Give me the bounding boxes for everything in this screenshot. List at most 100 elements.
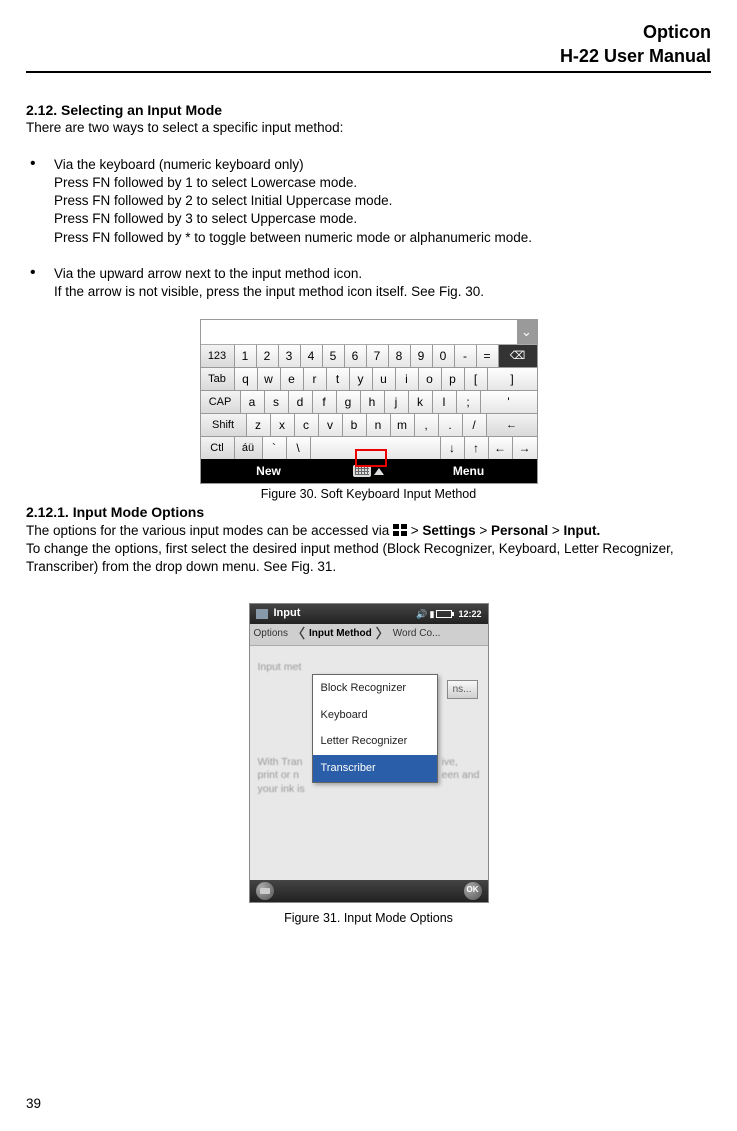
p1-gt2: > xyxy=(552,523,564,538)
key-x: x xyxy=(271,414,295,436)
key-up: ↑ xyxy=(465,437,489,459)
header-line-2: H-22 User Manual xyxy=(26,44,711,68)
key-d: d xyxy=(289,391,313,413)
windows-start-icon xyxy=(393,524,407,536)
figure-31-caption: Figure 31. Input Mode Options xyxy=(26,910,711,927)
bullet1-l5: Press FN followed by * to toggle between… xyxy=(54,229,711,247)
key-4: 4 xyxy=(301,345,323,367)
key-3: 3 xyxy=(279,345,301,367)
page-number: 39 xyxy=(26,1095,41,1113)
doc-header: Opticon H-22 User Manual xyxy=(26,20,711,73)
key-quote: ' xyxy=(481,391,537,413)
sip-keyboard-icon xyxy=(256,882,274,900)
section-intro: There are two ways to select a specific … xyxy=(26,119,711,137)
key-n: n xyxy=(367,414,391,436)
key-o: o xyxy=(419,368,442,390)
key-p: p xyxy=(442,368,465,390)
fig31-tabbar: Options 〈 Input Method 〉 Word Co... xyxy=(250,624,488,646)
key-w: w xyxy=(258,368,281,390)
key-semicolon: ; xyxy=(457,391,481,413)
key-r: r xyxy=(304,368,327,390)
status-icons: 🔊 ▮ xyxy=(416,608,452,620)
key-7: 7 xyxy=(367,345,389,367)
figure-30-caption: Figure 30. Soft Keyboard Input Method xyxy=(26,486,711,503)
key-backslash: \ xyxy=(287,437,311,459)
key-j: j xyxy=(385,391,409,413)
key-m: m xyxy=(391,414,415,436)
key-period: . xyxy=(439,414,463,436)
section-title: 2.12. Selecting an Input Mode xyxy=(26,101,711,120)
chevron-right-icon: 〉 xyxy=(376,625,389,643)
chevron-left-icon: 〈 xyxy=(292,625,305,643)
key-c: c xyxy=(295,414,319,436)
bullet1-l1: Via the keyboard (numeric keyboard only) xyxy=(54,156,711,174)
key-i: i xyxy=(396,368,419,390)
key-5: 5 xyxy=(323,345,345,367)
fig31-titlebar: Input 🔊 ▮ 12:22 xyxy=(250,604,488,624)
fig30-keyboard: 123 1 2 3 4 5 6 7 8 9 0 - = ⌫ Tab q w e … xyxy=(201,344,537,459)
key-9: 9 xyxy=(411,345,433,367)
key-minus: - xyxy=(455,345,477,367)
p1-personal: Personal xyxy=(491,523,548,538)
bullet-1: • Via the keyboard (numeric keyboard onl… xyxy=(26,156,711,247)
key-y: y xyxy=(350,368,373,390)
p1b: > xyxy=(411,523,423,538)
fig30-top-band: ⌄ xyxy=(201,320,537,344)
key-q: q xyxy=(235,368,258,390)
key-t: t xyxy=(327,368,350,390)
background-text-right: ive, een and xyxy=(442,756,480,783)
bullet-2: • Via the upward arrow next to the input… xyxy=(26,265,711,301)
fig31-bottom-bar: OK xyxy=(250,880,488,902)
key-s: s xyxy=(265,391,289,413)
key-8: 8 xyxy=(389,345,411,367)
softkey-new: New xyxy=(201,463,337,479)
scroll-down-icon: ⌄ xyxy=(517,320,537,344)
key-comma: , xyxy=(415,414,439,436)
highlight-box xyxy=(355,449,387,467)
key-1: 1 xyxy=(235,345,257,367)
bg-l2: print or n xyxy=(258,769,348,783)
key-right: → xyxy=(513,437,537,459)
key-shift: Shift xyxy=(201,414,247,436)
bullet-2-content: Via the upward arrow next to the input m… xyxy=(54,265,711,301)
key-down: ↓ xyxy=(441,437,465,459)
dropdown-keyboard: Keyboard xyxy=(313,702,437,729)
figure-30-wrap: ⌄ 123 1 2 3 4 5 6 7 8 9 0 - = ⌫ Tab q xyxy=(26,319,711,503)
key-l: l xyxy=(433,391,457,413)
key-6: 6 xyxy=(345,345,367,367)
key-enter: ← xyxy=(487,414,537,436)
bullet1-l4: Press FN followed by 3 to select Upperca… xyxy=(54,210,711,228)
p1-input: Input. xyxy=(563,523,600,538)
key-k: k xyxy=(409,391,433,413)
bullet1-l2: Press FN followed by 1 to select Lowerca… xyxy=(54,174,711,192)
tab-input-method: Input Method xyxy=(309,627,372,641)
key-ctl: Ctl xyxy=(201,437,235,459)
key-intl: áü xyxy=(235,437,263,459)
subsection-p1: The options for the various input modes … xyxy=(26,522,711,540)
p1-settings: Settings xyxy=(422,523,475,538)
bullet-1-content: Via the keyboard (numeric keyboard only)… xyxy=(54,156,711,247)
ok-button: OK xyxy=(464,882,482,900)
key-0: 0 xyxy=(433,345,455,367)
key-z: z xyxy=(247,414,271,436)
options-button-partial: ns... xyxy=(447,680,478,699)
key-a: a xyxy=(241,391,265,413)
tab-options: Options xyxy=(254,627,288,641)
input-method-label: Input met xyxy=(258,660,480,674)
figure-31-wrap: Input 🔊 ▮ 12:22 Options 〈 Input Method 〉… xyxy=(26,603,711,927)
key-slash: / xyxy=(463,414,487,436)
bg-r1: ive, xyxy=(442,756,480,770)
bullet2-l2: If the arrow is not visible, press the i… xyxy=(54,283,711,301)
key-b: b xyxy=(343,414,367,436)
key-e: e xyxy=(281,368,304,390)
fig31-clock: 12:22 xyxy=(458,608,481,620)
key-lbracket: [ xyxy=(465,368,488,390)
p1-gt: > xyxy=(479,523,491,538)
fig31-main-area: Input met ns... Block Recognizer Keyboar… xyxy=(250,646,488,882)
key-123: 123 xyxy=(201,345,235,367)
figure-31-input-options: Input 🔊 ▮ 12:22 Options 〈 Input Method 〉… xyxy=(249,603,489,903)
softkey-menu: Menu xyxy=(401,463,537,479)
key-u: u xyxy=(373,368,396,390)
fig31-title: Input xyxy=(274,606,411,621)
signal-icon: ▮ xyxy=(430,608,435,620)
